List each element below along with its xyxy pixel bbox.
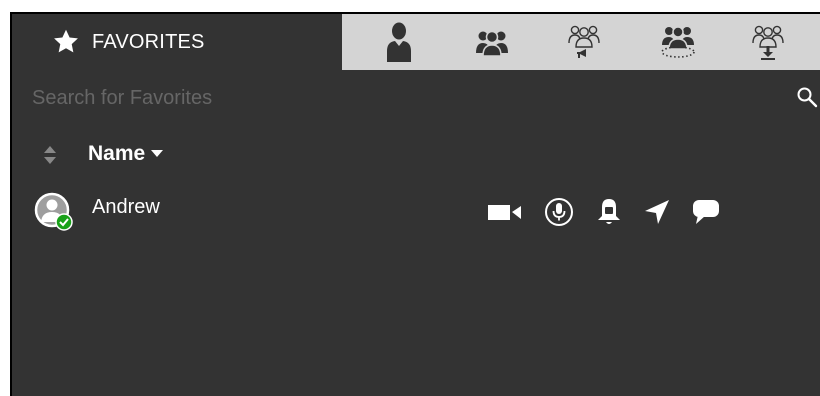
contact-name: Andrew — [92, 196, 160, 218]
voice-call-button[interactable] — [544, 197, 574, 227]
column-header-name-label: Name — [88, 142, 146, 165]
dispatch-group-icon — [661, 26, 695, 58]
sort-icon[interactable] — [44, 146, 56, 164]
location-arrow-icon — [645, 200, 669, 224]
tab-bar: FAVORITES — [12, 14, 820, 70]
search-bar — [12, 84, 820, 114]
column-header-name[interactable]: Name — [88, 142, 164, 166]
favorites-panel: FAVORITES Search for Favorites Name Andr… — [10, 12, 820, 396]
star-icon — [54, 29, 78, 53]
broadcast-group-icon — [568, 25, 600, 58]
avatar — [34, 192, 73, 231]
send-location-button[interactable] — [644, 199, 670, 225]
user-icon — [387, 22, 411, 62]
online-status-icon — [55, 213, 73, 231]
search-icon[interactable] — [796, 86, 818, 108]
tab-favorites-label: FAVORITES — [92, 30, 205, 53]
tab-broadcast-group[interactable] — [554, 14, 614, 70]
group-icon — [476, 30, 508, 57]
tab-user[interactable] — [369, 14, 429, 70]
microphone-icon — [545, 198, 573, 226]
tab-download-group[interactable] — [738, 14, 798, 70]
video-icon — [488, 205, 521, 220]
video-call-button[interactable] — [488, 202, 522, 222]
tab-group[interactable] — [462, 14, 522, 70]
download-group-icon — [752, 25, 784, 60]
tab-dispatch-group[interactable] — [648, 14, 708, 70]
tab-favorites[interactable]: FAVORITES — [12, 14, 342, 70]
contact-actions — [488, 196, 742, 228]
search-input[interactable] — [32, 84, 732, 112]
caret-down-icon — [151, 150, 164, 157]
list-item[interactable]: Andrew — [12, 190, 820, 234]
bell-icon — [598, 199, 620, 224]
chat-button[interactable] — [692, 199, 720, 225]
alert-button[interactable] — [596, 197, 622, 227]
list-header: Name — [12, 140, 820, 170]
chat-icon — [693, 200, 719, 224]
